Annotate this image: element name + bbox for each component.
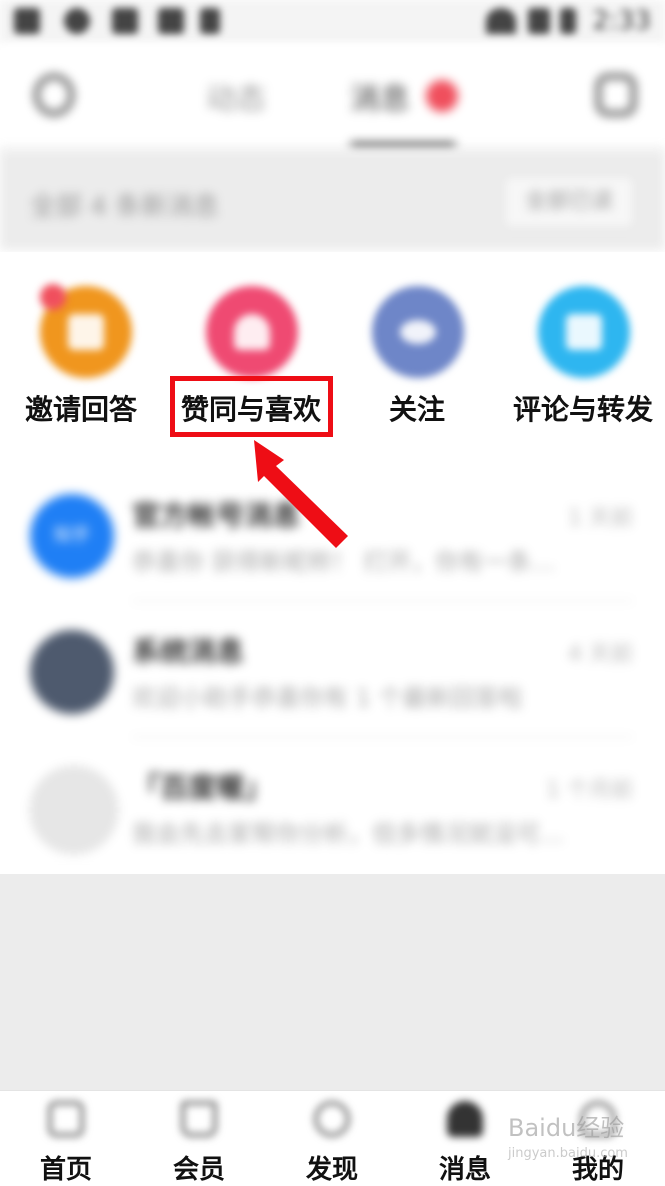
avatar: 知乎 [30, 494, 114, 578]
tab-activity[interactable]: 动态 [206, 74, 266, 118]
message-time: 1 天前 [568, 506, 633, 531]
category-follow[interactable]: 关注 [332, 252, 502, 468]
message-preview: 欢迎小助手恭喜你有 1 个最新回答啦 [132, 684, 523, 712]
watermark: Baidu经验 [508, 1114, 625, 1142]
empty-area [0, 874, 665, 1090]
heart-icon [206, 286, 298, 378]
category-label: 评论与转发 [512, 393, 653, 426]
notification-icon [14, 8, 40, 34]
tab-indicator [350, 142, 456, 148]
avatar [30, 766, 118, 854]
message-title: 官方帐号消息 [132, 499, 301, 532]
app-icon [200, 8, 220, 34]
nav-messages[interactable]: 消息 [405, 1091, 525, 1185]
signal-icon [528, 8, 550, 34]
membership-icon [181, 1101, 217, 1137]
mark-all-read-button[interactable]: 全部已读 [502, 174, 636, 230]
app-icon [158, 8, 184, 34]
status-time: 2:33 [592, 6, 651, 36]
nav-label: 发现 [305, 1155, 358, 1185]
nav-label: 会员 [172, 1155, 225, 1185]
list-item[interactable]: 系统消息 4 天前 欢迎小助手恭喜你有 1 个最新回答啦 [0, 606, 665, 738]
nav-label: 首页 [39, 1155, 92, 1185]
notice-bar: 全部 4 条新消息 全部已读 [0, 150, 665, 250]
chat-icon[interactable] [596, 74, 636, 116]
nav-membership[interactable]: 会员 [139, 1091, 259, 1185]
app-icon [64, 8, 90, 34]
divider [132, 736, 633, 738]
message-title: 「百度喔」 [132, 771, 273, 804]
category-label: 关注 [388, 393, 445, 426]
highlight-box [170, 376, 333, 437]
status-bar: 2:33 [0, 0, 665, 44]
category-comments[interactable]: 评论与转发 [498, 252, 665, 468]
top-bar: 动态 消息 [0, 44, 665, 150]
notice-text: 全部 4 条新消息 [30, 192, 220, 222]
watermark-url: jingyan.baidu.com [508, 1146, 628, 1161]
app-icon [112, 8, 138, 34]
message-time: 1 个月前 [546, 778, 633, 803]
tab-messages[interactable]: 消息 [350, 74, 410, 118]
bell-icon [447, 1101, 483, 1137]
compass-icon [314, 1101, 350, 1137]
list-item[interactable]: 知乎 官方帐号消息 1 天前 恭喜你 获得新昵称！ 打开，你有一条… [0, 470, 665, 602]
unread-badge [40, 284, 66, 310]
home-icon [48, 1101, 84, 1137]
list-item[interactable]: 「百度喔」 1 个月前 我会先去家帮你分析，但多情况就没可… [0, 742, 665, 874]
nav-discover[interactable]: 发现 [272, 1091, 392, 1185]
message-list: 知乎 官方帐号消息 1 天前 恭喜你 获得新昵称！ 打开，你有一条… 系统消息 … [0, 470, 665, 874]
comment-icon [538, 286, 630, 378]
nav-home[interactable]: 首页 [6, 1091, 126, 1185]
category-label: 邀请回答 [24, 393, 137, 426]
message-preview: 恭喜你 获得新昵称！ 打开，你有一条… [132, 548, 556, 576]
avatar [30, 630, 114, 714]
message-title: 系统消息 [132, 635, 245, 668]
message-preview: 我会先去家帮你分析，但多情况就没可… [132, 820, 564, 848]
divider [132, 600, 633, 602]
message-time: 4 天前 [568, 642, 633, 667]
nav-label: 消息 [438, 1155, 491, 1185]
eye-icon [372, 286, 464, 378]
category-invite-answer[interactable]: 邀请回答 [0, 252, 170, 468]
battery-icon [560, 8, 576, 34]
person-icon[interactable] [34, 74, 74, 116]
wifi-icon [486, 8, 516, 34]
unread-badge [426, 80, 458, 112]
